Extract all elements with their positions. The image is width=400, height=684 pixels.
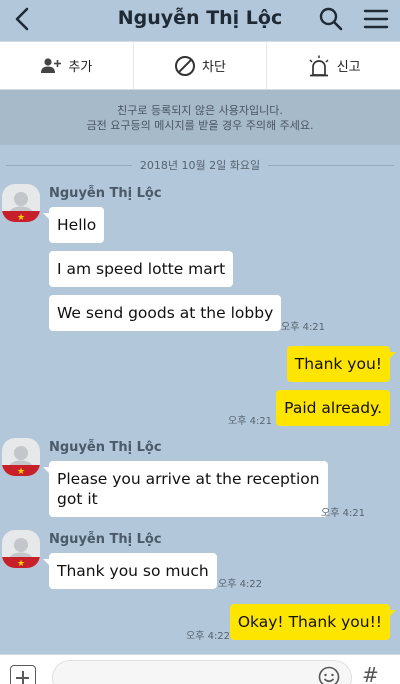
hashtag-search-button[interactable]: # — [362, 663, 379, 684]
message-input[interactable] — [52, 660, 352, 684]
report-button[interactable]: 신고 — [266, 42, 400, 89]
stranger-warning-notice: 친구로 등록되지 않은 사용자입니다. 금전 요구등의 메시지를 받을 경우 주… — [0, 90, 400, 145]
add-user-icon — [41, 57, 62, 73]
report-label: 신고 — [336, 60, 361, 75]
add-friend-label: 추가 — [68, 60, 93, 75]
message-input-bar: # — [0, 654, 400, 684]
message-bubble[interactable]: Thank you so much — [43, 553, 217, 589]
message-text-line: Please you arrive at the reception — [57, 470, 320, 488]
sender-name: Nguyễn Thị Lộc — [49, 440, 162, 455]
message-time: 오후 4:21 — [228, 416, 273, 427]
message-time: 오후 4:21 — [321, 508, 366, 519]
svg-text:★: ★ — [17, 213, 25, 222]
search-button[interactable] — [318, 6, 344, 32]
date-label: 2018년 10월 2일 화요일 — [139, 159, 261, 172]
message-time: 오후 4:22 — [218, 579, 263, 590]
sender-name: Nguyễn Thị Lộc — [49, 186, 162, 201]
block-icon — [175, 55, 196, 76]
message-bubble[interactable]: I am speed lotte mart — [49, 251, 234, 287]
smiley-icon — [318, 666, 340, 684]
notice-line-1: 친구로 등록되지 않은 사용자입니다. — [117, 104, 283, 117]
divider-line — [6, 164, 132, 166]
search-icon — [319, 7, 343, 31]
emoticon-button[interactable] — [318, 666, 340, 684]
action-bar: 추가 차단 신고 — [0, 41, 400, 90]
chat-header: Nguyễn Thị Lộc — [0, 0, 400, 40]
message-time: 오후 4:21 — [281, 322, 326, 333]
sender-name: Nguyễn Thị Lộc — [49, 532, 162, 547]
message-time: 오후 4:22 — [186, 631, 231, 642]
notice-line-2: 금전 요구등의 메시지를 받을 경우 주의해 주세요. — [86, 119, 314, 132]
default-profile-icon: ★ — [2, 184, 40, 222]
menu-button[interactable] — [362, 6, 390, 32]
message-bubble[interactable]: Please you arrive at the reception got i… — [43, 461, 328, 517]
message-bubble[interactable]: Okay! Thank you!! — [229, 604, 397, 640]
message-bubble[interactable]: Paid already. — [276, 390, 390, 426]
siren-icon — [309, 55, 329, 76]
attach-button[interactable] — [10, 665, 36, 684]
divider-line — [268, 164, 395, 166]
message-bubble[interactable]: We send goods at the lobby — [49, 295, 282, 331]
avatar[interactable]: ★ — [2, 184, 40, 222]
avatar[interactable]: ★ — [2, 530, 40, 568]
default-profile-icon: ★ — [2, 530, 40, 568]
message-bubble[interactable]: Thank you! — [286, 346, 397, 382]
date-divider: 2018년 10월 2일 화요일 — [0, 157, 400, 173]
message-text-line: got it — [57, 490, 98, 508]
message-bubble[interactable]: Hello — [42, 207, 105, 243]
avatar[interactable]: ★ — [2, 438, 40, 476]
add-friend-button[interactable]: 추가 — [0, 42, 133, 89]
hamburger-menu-icon — [363, 9, 389, 29]
default-profile-icon: ★ — [2, 438, 40, 476]
svg-text:★: ★ — [17, 467, 25, 476]
block-label: 차단 — [202, 60, 226, 75]
block-button[interactable]: 차단 — [132, 42, 267, 89]
svg-text:★: ★ — [17, 559, 25, 568]
